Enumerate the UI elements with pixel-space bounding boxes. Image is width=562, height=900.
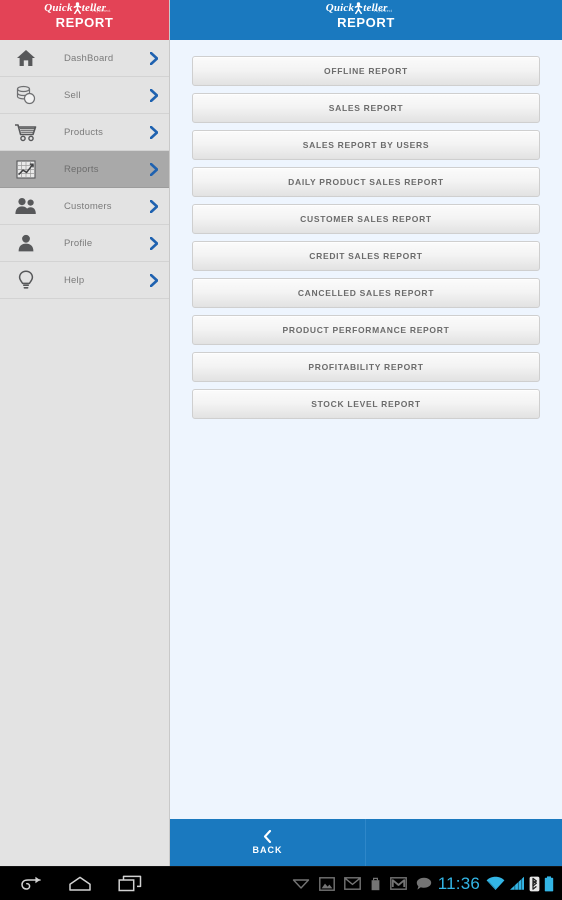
battery-icon xyxy=(544,875,554,892)
sidebar-item-label: Profile xyxy=(64,237,93,249)
chevron-right-icon xyxy=(139,162,169,176)
footer-filler xyxy=(366,819,562,866)
chevron-right-icon xyxy=(139,88,169,102)
chevron-down-icon[interactable] xyxy=(292,878,310,890)
sidebar-item-label: Help xyxy=(64,274,85,286)
logo-tagline: PayDirect xyxy=(373,8,393,13)
logo-text-quick: Quick xyxy=(325,2,355,14)
main-panel: Quick teller PayDirect REPORT OFFLINE RE… xyxy=(170,0,562,866)
sidebar-item-customers[interactable]: Customers xyxy=(0,188,169,225)
back-button[interactable]: BACK xyxy=(170,819,366,866)
sidebar-header: Quick teller PayDirect REPORT xyxy=(0,0,169,40)
main-header: Quick teller PayDirect REPORT xyxy=(170,0,562,40)
recent-apps-icon[interactable] xyxy=(118,875,142,892)
sidebar-item-label: DashBoard xyxy=(64,52,114,64)
back-button-label: BACK xyxy=(252,845,283,855)
sidebar-page-title: REPORT xyxy=(55,15,114,30)
sidebar-item-label: Customers xyxy=(64,200,112,212)
back-icon[interactable] xyxy=(20,876,42,892)
chevron-right-icon xyxy=(139,51,169,65)
chevron-left-icon xyxy=(262,829,273,844)
coins-icon xyxy=(10,81,42,109)
report-button-cancelled-sales[interactable]: CANCELLED SALES REPORT xyxy=(192,278,540,308)
report-button-product-performance[interactable]: PRODUCT PERFORMANCE REPORT xyxy=(192,315,540,345)
bluetooth-icon xyxy=(529,876,540,892)
main-footer: BACK xyxy=(170,819,562,866)
sidebar-item-help[interactable]: Help xyxy=(0,262,169,299)
user-icon xyxy=(10,229,42,257)
sidebar-item-label: Sell xyxy=(64,89,81,101)
logo-figure-icon xyxy=(73,2,82,14)
message-icon[interactable] xyxy=(416,877,432,891)
users-icon xyxy=(10,192,42,220)
sidebar-item-label: Products xyxy=(64,126,104,138)
android-system-bar: 11:36 xyxy=(0,866,562,900)
logo-figure-icon xyxy=(354,2,363,14)
sidebar-item-sell[interactable]: Sell xyxy=(0,77,169,114)
cart-icon xyxy=(10,118,42,146)
clock: 11:36 xyxy=(437,873,480,893)
sidebar-nav: DashBoard Sell Products Reports Customer… xyxy=(0,40,169,866)
home-icon xyxy=(10,44,42,72)
application-window: Quick teller PayDirect REPORT DashBoard … xyxy=(0,0,562,866)
report-button-daily-product-sales[interactable]: DAILY PRODUCT SALES REPORT xyxy=(192,167,540,197)
android-notification-icons xyxy=(250,876,438,891)
signal-icon xyxy=(509,876,525,891)
report-list: OFFLINE REPORT SALES REPORT SALES REPORT… xyxy=(170,40,562,819)
sidebar-item-reports[interactable]: Reports xyxy=(0,151,169,188)
chevron-right-icon xyxy=(139,273,169,287)
sidebar-item-dashboard[interactable]: DashBoard xyxy=(0,40,169,77)
chevron-right-icon xyxy=(139,236,169,250)
quickteller-logo: Quick teller PayDirect xyxy=(44,2,125,14)
android-status-icons: 11:36 xyxy=(438,874,562,894)
report-button-stock-level[interactable]: STOCK LEVEL REPORT xyxy=(192,389,540,419)
gallery-icon[interactable] xyxy=(318,876,335,891)
report-button-sales-by-users[interactable]: SALES REPORT BY USERS xyxy=(192,130,540,160)
gmail-icon[interactable] xyxy=(389,877,407,890)
report-button-profitability[interactable]: PROFITABILITY REPORT xyxy=(192,352,540,382)
sidebar-item-products[interactable]: Products xyxy=(0,114,169,151)
report-button-sales[interactable]: SALES REPORT xyxy=(192,93,540,123)
quickteller-logo-main: Quick teller PayDirect xyxy=(326,2,407,14)
bag-icon[interactable] xyxy=(370,877,381,891)
logo-text-quick: Quick xyxy=(44,2,73,14)
report-button-offline[interactable]: OFFLINE REPORT xyxy=(192,56,540,86)
page-title: REPORT xyxy=(337,15,395,30)
chevron-right-icon xyxy=(139,199,169,213)
chevron-right-icon xyxy=(139,125,169,139)
sidebar-item-label: Reports xyxy=(64,163,99,175)
sidebar-item-profile[interactable]: Profile xyxy=(0,225,169,262)
email-icon[interactable] xyxy=(343,877,361,890)
report-button-credit-sales[interactable]: CREDIT SALES REPORT xyxy=(192,241,540,271)
wifi-icon xyxy=(486,876,505,891)
home-icon[interactable] xyxy=(68,876,92,892)
bulb-icon xyxy=(10,266,42,294)
logo-tagline: PayDirect xyxy=(92,8,111,13)
device-screen: Quick teller PayDirect REPORT DashBoard … xyxy=(0,0,562,900)
android-nav-keys xyxy=(0,875,250,892)
sidebar: Quick teller PayDirect REPORT DashBoard … xyxy=(0,0,170,866)
chart-icon xyxy=(10,155,42,183)
report-button-customer-sales[interactable]: CUSTOMER SALES REPORT xyxy=(192,204,540,234)
